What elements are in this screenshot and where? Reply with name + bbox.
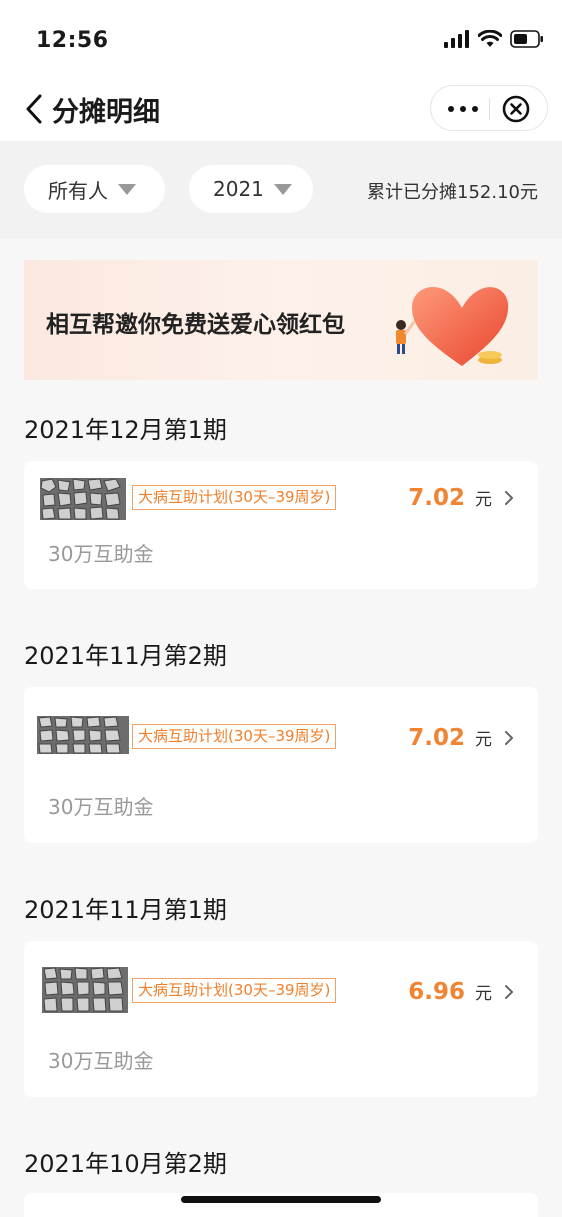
allocation-card[interactable]: 大病互助计划(30天–39周岁) 7.02 元 30万互助金: [24, 461, 538, 589]
capsule-divider: [489, 98, 490, 120]
more-dots-icon[interactable]: [445, 98, 481, 120]
banner-text: 相互帮邀你免费送爱心领红包: [46, 312, 345, 338]
allocation-card[interactable]: 大病互助计划(30天–39周岁) 6.96 元 30万互助金: [24, 941, 538, 1097]
chevron-right-icon: [505, 491, 513, 505]
person-filter-dropdown[interactable]: 所有人: [24, 165, 165, 213]
amount-row: 6.96 元: [408, 979, 514, 1005]
masked-avatar: [42, 967, 128, 1013]
masked-avatar: [37, 716, 129, 754]
amount-unit: 元: [475, 490, 492, 510]
masked-avatar: [40, 478, 126, 520]
benefit-text: 30万互助金: [48, 795, 154, 819]
amount-unit: 元: [475, 730, 492, 750]
page-title: 分摊明细: [52, 97, 160, 128]
period-title: 2021年11月第1期: [24, 896, 227, 924]
status-icons: [444, 30, 544, 48]
status-time: 12:56: [36, 28, 109, 53]
mini-program-capsule: [430, 85, 548, 131]
person-filter-label: 所有人: [48, 178, 108, 203]
dropdown-triangle-icon: [118, 183, 136, 195]
amount-unit: 元: [475, 984, 492, 1004]
home-indicator[interactable]: [181, 1196, 381, 1203]
allocation-list: 相互帮邀你免费送爱心领红包 2021年12月第1期 大病互助计划(30天–39周…: [0, 238, 562, 1217]
period-title: 2021年12月第1期: [24, 416, 227, 444]
signal-icon: [444, 30, 469, 48]
battery-icon: [510, 30, 543, 48]
amount-value: 6.96: [408, 979, 465, 1005]
plan-tag: 大病互助计划(30天–39周岁): [132, 724, 337, 749]
dropdown-triangle-icon: [273, 183, 292, 195]
chevron-right-icon: [505, 731, 513, 745]
amount-row: 7.02 元: [408, 725, 514, 751]
promo-banner[interactable]: 相互帮邀你免费送爱心领红包: [24, 260, 538, 380]
mosaic-pattern: [42, 967, 128, 1013]
amount-row: 7.02 元: [408, 485, 514, 511]
filter-bar: 所有人 2021 累计已分摊152.10元: [0, 141, 562, 238]
benefit-text: 30万互助金: [48, 1049, 154, 1073]
benefit-text: 30万互助金: [48, 542, 154, 566]
year-filter-dropdown[interactable]: 2021: [189, 165, 313, 213]
mosaic-pattern: [40, 478, 126, 520]
year-filter-label: 2021: [213, 177, 264, 201]
heart-gift-illustration: [396, 286, 509, 366]
chevron-right-icon: [505, 985, 513, 999]
period-title: 2021年10月第2期: [24, 1150, 227, 1178]
amount-value: 7.02: [408, 725, 465, 751]
plan-tag: 大病互助计划(30天–39周岁): [132, 485, 337, 510]
nav-bar: 分摊明细: [0, 76, 562, 141]
wifi-icon: [478, 30, 502, 47]
total-shared-amount: 累计已分摊152.10元: [367, 182, 538, 203]
plan-tag: 大病互助计划(30天–39周岁): [132, 978, 337, 1003]
period-title: 2021年11月第2期: [24, 642, 227, 670]
back-arrow-icon[interactable]: [22, 92, 48, 126]
close-circle-icon[interactable]: [501, 94, 531, 124]
allocation-card[interactable]: 大病互助计划(30天–39周岁) 7.02 元 30万互助金: [24, 687, 538, 843]
amount-value: 7.02: [408, 485, 465, 511]
status-bar: 12:56: [0, 0, 562, 76]
mosaic-pattern: [37, 716, 129, 754]
